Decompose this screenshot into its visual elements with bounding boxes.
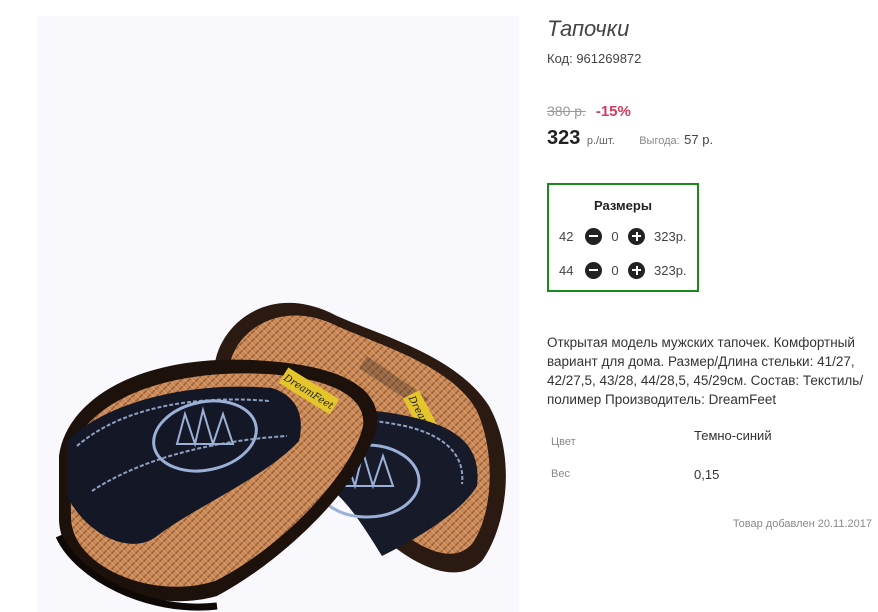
product-title: Тапочки [547,16,630,41]
size-row: 44 0 323р. [559,261,687,279]
quantity-value: 0 [611,228,619,244]
slippers-illustration: DreamFeet DreamFeet [55,302,506,611]
size-price: 323р. [654,228,687,244]
minus-icon[interactable] [585,227,602,245]
product-image[interactable]: DreamFeet DreamFeet [37,16,519,612]
savings-label: Выгода: [639,135,680,147]
savings-value: 57 р. [684,132,714,147]
plus-icon[interactable] [628,227,645,245]
sizes-box: Размеры 42 0 323р. 44 0 323р. [547,183,699,292]
old-price-row: 380 р. -15% [547,103,631,120]
added-date: Товар добавлен 20.11.2017 [732,518,872,530]
spec-value-weight: 0,15 [694,467,720,482]
sizes-title: Размеры [594,198,652,213]
size-row: 42 0 323р. [559,227,687,245]
size-value: 44 [559,262,574,278]
price-unit: р./шт. [586,135,615,147]
discount-badge: -15% [595,103,631,120]
size-value: 42 [559,228,574,244]
left-slipper: DreamFeet [55,359,378,611]
spec-value-color: Темно-синий [694,428,772,443]
plus-icon[interactable] [628,261,645,279]
product-description: Открытая модель мужских тапочек. Комфорт… [547,335,864,407]
minus-icon[interactable] [585,261,602,279]
quantity-value: 0 [611,262,619,278]
product-info: Тапочки Код: 961269872 380 р. -15% 323 р… [547,0,878,612]
spec-label-weight: Вес [551,468,570,480]
old-price: 380 р. [547,103,586,119]
spec-label-color: Цвет [551,436,576,448]
price-row: 323 р./шт. Выгода: 57 р. [547,127,713,150]
size-price: 323р. [654,262,687,278]
current-price: 323 [547,127,581,149]
product-code: Код: 961269872 [547,51,642,66]
